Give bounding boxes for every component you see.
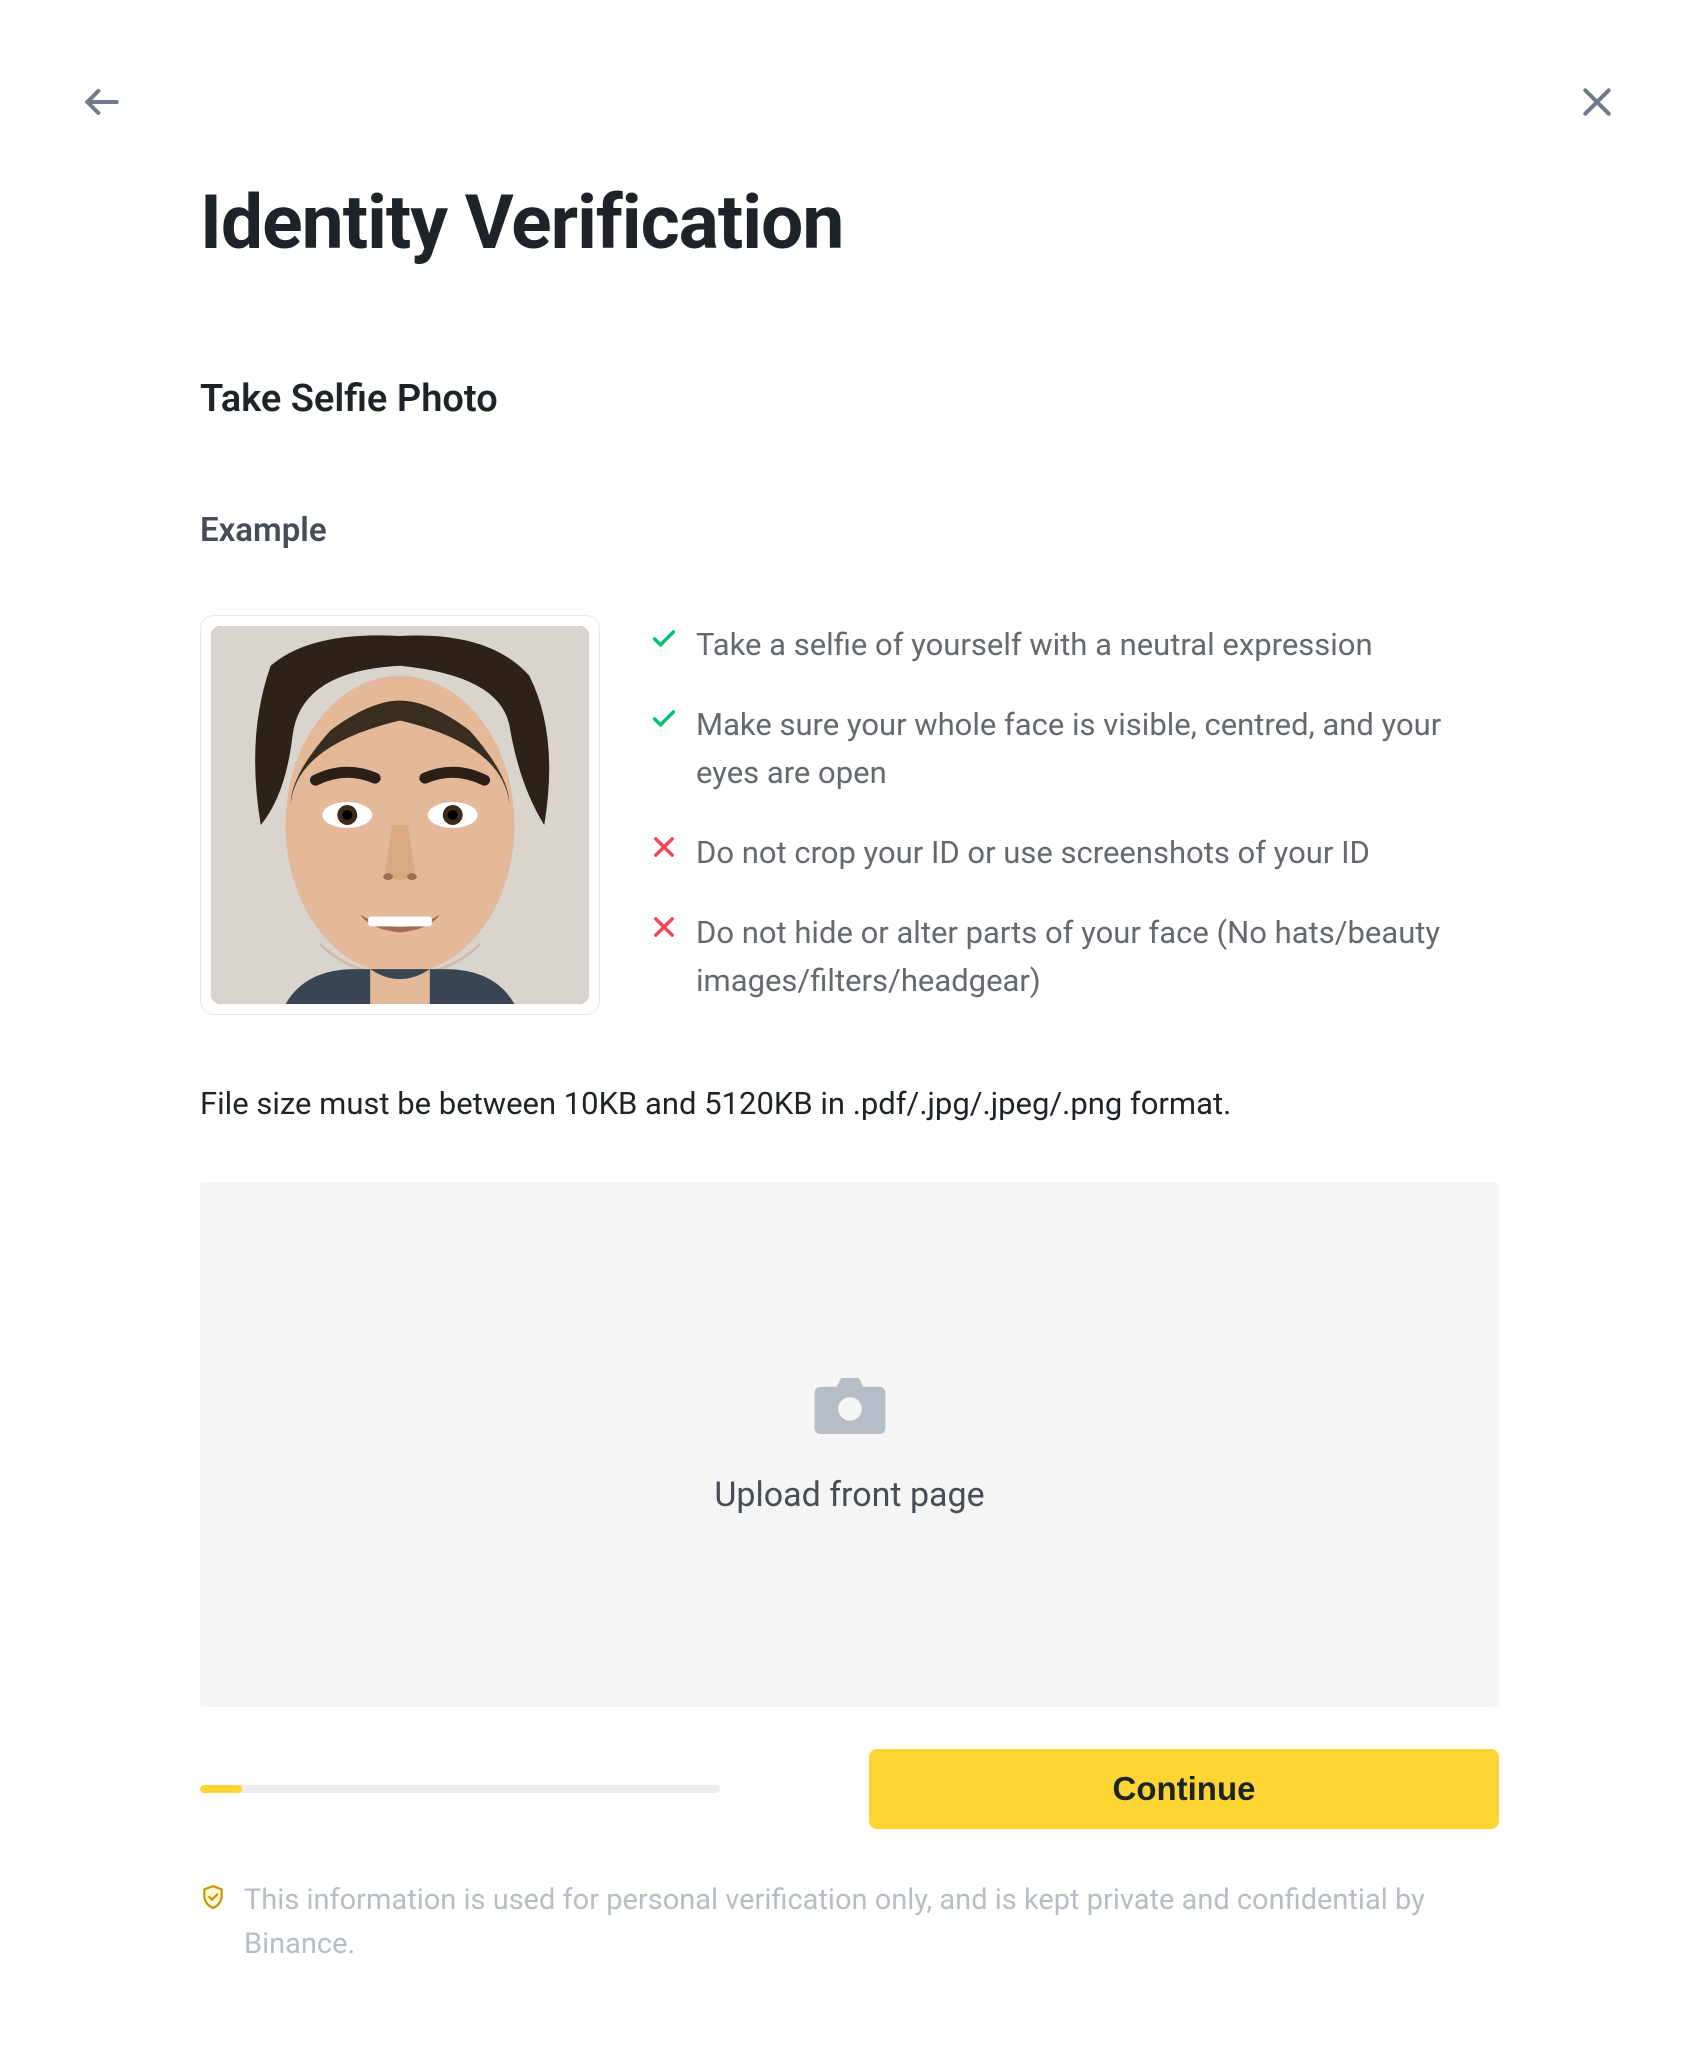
file-requirements-note: File size must be between 10KB and 5120K…	[200, 1085, 1499, 1122]
guideline-text: Do not hide or alter parts of your face …	[696, 909, 1499, 1005]
close-icon	[1577, 82, 1617, 122]
example-label: Example	[200, 511, 1499, 550]
example-selfie-photo	[200, 615, 600, 1015]
continue-button[interactable]: Continue	[869, 1749, 1499, 1829]
upload-dropzone[interactable]: Upload front page	[200, 1182, 1499, 1707]
face-illustration	[211, 626, 589, 1004]
check-icon	[650, 625, 678, 653]
guidelines-list: Take a selfie of yourself with a neutral…	[650, 615, 1499, 1015]
shield-check-icon	[200, 1884, 226, 1910]
close-button[interactable]	[1575, 80, 1619, 124]
camera-icon	[814, 1375, 886, 1437]
x-icon	[650, 913, 678, 941]
page-title: Identity Verification	[200, 179, 1499, 267]
guideline-item: Make sure your whole face is visible, ce…	[650, 701, 1499, 797]
upload-label: Upload front page	[714, 1475, 984, 1515]
progress-fill	[200, 1785, 242, 1793]
guideline-text: Take a selfie of yourself with a neutral…	[696, 621, 1373, 669]
guideline-item: Take a selfie of yourself with a neutral…	[650, 621, 1499, 669]
check-icon	[650, 705, 678, 733]
guideline-text: Do not crop your ID or use screenshots o…	[696, 829, 1370, 877]
disclaimer-text: This information is used for personal ve…	[244, 1879, 1499, 1966]
guideline-text: Make sure your whole face is visible, ce…	[696, 701, 1499, 797]
x-icon	[650, 833, 678, 861]
back-button[interactable]	[80, 80, 124, 124]
section-title: Take Selfie Photo	[200, 377, 1499, 421]
guideline-item: Do not crop your ID or use screenshots o…	[650, 829, 1499, 877]
arrow-left-icon	[80, 80, 124, 124]
progress-bar	[200, 1785, 720, 1793]
guideline-item: Do not hide or alter parts of your face …	[650, 909, 1499, 1005]
